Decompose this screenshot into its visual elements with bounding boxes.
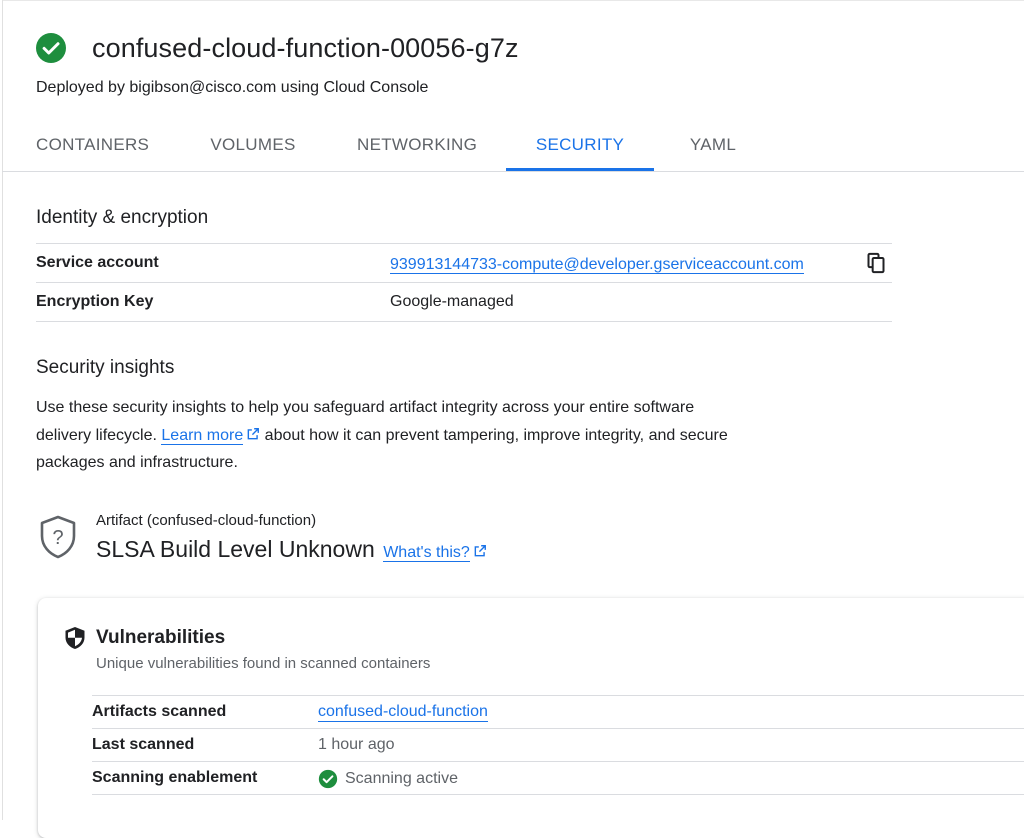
insights-section-title: Security insights <box>36 357 175 378</box>
tab-containers[interactable]: CONTAINERS <box>36 120 149 170</box>
tab-networking[interactable]: NETWORKING <box>357 120 477 170</box>
tab-bar: CONTAINERS VOLUMES NETWORKING SECURITY Y… <box>2 120 1024 172</box>
last-scanned-row: Last scanned 1 hour ago <box>92 729 1024 762</box>
revision-header: confused-cloud-function-00056-g7z <box>36 28 519 68</box>
artifacts-scanned-link[interactable]: confused-cloud-function <box>318 703 488 722</box>
last-scanned-label: Last scanned <box>92 736 195 753</box>
last-scanned-value: 1 hour ago <box>318 736 395 753</box>
artifact-label: Artifact (confused-cloud-function) <box>96 512 317 529</box>
whats-this-link[interactable]: What's this? <box>383 544 470 562</box>
service-account-label: Service account <box>36 254 159 271</box>
tab-volumes[interactable]: VOLUMES <box>209 120 297 170</box>
scanning-enablement-label: Scanning enablement <box>92 769 258 786</box>
artifacts-scanned-label: Artifacts scanned <box>92 703 227 720</box>
external-link-icon <box>247 427 260 439</box>
vulnerabilities-card: Vulnerabilities Unique vulnerabilities f… <box>38 598 1024 838</box>
shield-question-icon: ? <box>40 515 76 559</box>
slsa-level-line: SLSA Build Level Unknown What's this? <box>96 536 487 563</box>
deployed-by-text: Deployed by bigibson@cisco.com using Clo… <box>36 79 429 96</box>
scan-table: Artifacts scanned confused-cloud-functio… <box>92 695 1024 795</box>
identity-table: Service account 939913144733-compute@dev… <box>36 243 892 322</box>
page-top-border <box>2 0 1024 1</box>
shield-icon <box>65 627 85 649</box>
insights-description: Use these security insights to help you … <box>36 394 736 477</box>
encryption-key-value: Google-managed <box>390 293 514 310</box>
vulnerabilities-header: Vulnerabilities <box>64 626 225 650</box>
artifacts-scanned-row: Artifacts scanned confused-cloud-functio… <box>92 696 1024 729</box>
encryption-key-label: Encryption Key <box>36 293 154 310</box>
copy-icon[interactable] <box>866 252 886 274</box>
check-circle-icon <box>36 33 66 63</box>
service-account-row: Service account 939913144733-compute@dev… <box>36 244 892 283</box>
encryption-key-row: Encryption Key Google-managed <box>36 283 892 322</box>
svg-text:?: ? <box>52 527 63 549</box>
learn-more-link[interactable]: Learn more <box>161 426 244 445</box>
vulnerabilities-subtitle: Unique vulnerabilities found in scanned … <box>96 655 431 672</box>
scanning-status-value: Scanning active <box>345 770 458 787</box>
identity-section-title: Identity & encryption <box>36 207 209 228</box>
service-account-link[interactable]: 939913144733-compute@developer.gservicea… <box>390 256 804 274</box>
scanning-enablement-row: Scanning enablement Scanning active <box>92 762 1024 795</box>
slsa-level-text: SLSA Build Level Unknown <box>96 536 375 562</box>
vulnerabilities-title: Vulnerabilities <box>96 627 226 648</box>
tab-yaml[interactable]: YAML <box>685 120 741 170</box>
check-circle-icon <box>318 769 338 789</box>
page-title: confused-cloud-function-00056-g7z <box>92 32 519 63</box>
external-link-icon <box>474 545 486 557</box>
tab-security[interactable]: SECURITY <box>506 120 654 171</box>
